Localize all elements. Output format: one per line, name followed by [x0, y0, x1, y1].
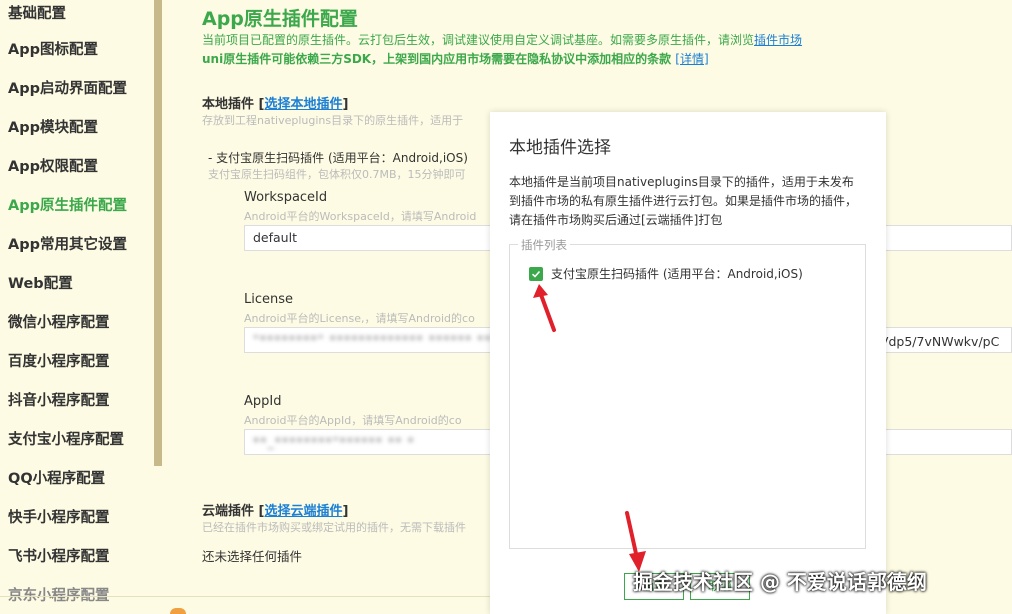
workspaceid-label: WorkspaceId	[244, 190, 328, 205]
sidebar-list: 基础配置 App图标配置 App启动界面配置 App模块配置 App权限配置 A…	[0, 0, 127, 614]
license-label: License	[244, 292, 294, 307]
local-plugin-description: 支付宝原生扫码组件，包体积仅0.7MB，15分钟即可	[208, 168, 466, 181]
page-description-text: 当前项目已配置的原生插件。云打包后生效，调试建议使用自定义调试基座。如需要多原生…	[202, 33, 755, 47]
sidebar-item-app-native-plugins[interactable]: App原生插件配置	[0, 195, 127, 234]
annotation-arrow-down-icon	[625, 511, 646, 572]
sidebar-item-app-splash[interactable]: App启动界面配置	[0, 78, 127, 117]
license-input-tail: gVdp5/7vNWwkv/pC	[872, 334, 1000, 349]
sidebar-item-baidu-mp[interactable]: 百度小程序配置	[0, 351, 127, 390]
sidebar-item-feishu-mp[interactable]: 飞书小程序配置	[0, 546, 127, 585]
local-plugins-title: 本地插件 [选择本地插件]	[202, 93, 348, 112]
privacy-warning-text: uni原生插件可能依赖三方SDK，上架到国内应用市场需要在隐私协议中添加相应的条…	[202, 52, 672, 66]
sidebar-item-basic[interactable]: 基础配置	[0, 0, 127, 39]
appid-value: **_********"****** ** *	[253, 434, 415, 449]
status-indicator	[170, 608, 186, 614]
cloud-plugins-subtitle: 已经在插件市场购买或绑定试用的插件，无需下载插件	[202, 521, 466, 534]
annotation-arrow-up-icon	[533, 284, 556, 332]
sidebar-item-web[interactable]: Web配置	[0, 273, 127, 312]
local-plugin-select-dialog: 本地插件选择 本地插件是当前项目nativeplugins目录下的插件，适用于未…	[490, 112, 886, 614]
select-cloud-plugin-link[interactable]: 选择云端插件	[264, 504, 342, 519]
privacy-warning: uni原生插件可能依赖三方SDK，上架到国内应用市场需要在隐私协议中添加相应的条…	[202, 50, 709, 67]
watermark: 掘金技术社区 @ 不爱说话郭德纲	[633, 570, 927, 594]
bottom-divider	[0, 596, 490, 597]
license-value: "********" ************* ****** *****	[253, 332, 514, 347]
select-local-plugin-link[interactable]: 选择本地插件	[264, 97, 342, 112]
dialog-title: 本地插件选择	[509, 138, 611, 158]
sidebar-scrollbar[interactable]	[154, 0, 162, 466]
sidebar-item-toutiao-mp[interactable]: 抖音小程序配置	[0, 390, 127, 429]
sidebar-item-app-icon[interactable]: App图标配置	[0, 39, 127, 78]
license-hint: Android平台的License,，请填写Android的co	[244, 312, 475, 325]
sidebar-item-kuaishou-mp[interactable]: 快手小程序配置	[0, 507, 127, 546]
details-link[interactable]: [详情]	[675, 52, 708, 66]
sidebar-item-jd-mp[interactable]: 京东小程序配置	[0, 585, 127, 614]
local-plugins-subtitle: 存放到工程nativeplugins目录下的原生插件，适用于	[202, 114, 464, 127]
sidebar-item-qq-mp[interactable]: QQ小程序配置	[0, 468, 127, 507]
appid-label: AppId	[244, 394, 282, 409]
page-description: 当前项目已配置的原生插件。云打包后生效，调试建议使用自定义调试基座。如需要多原生…	[202, 31, 802, 48]
no-plugin-selected-text: 还未选择任何插件	[202, 549, 303, 564]
dialog-description: 本地插件是当前项目nativeplugins目录下的插件，适用于未发布到插件市场…	[509, 175, 858, 227]
local-plugin-name: - 支付宝原生扫码插件 (适用平台：Android,iOS)	[208, 151, 468, 165]
sidebar-item-weixin-mp[interactable]: 微信小程序配置	[0, 312, 127, 351]
appid-hint: Android平台的AppId，请填写Android的co	[244, 414, 462, 427]
cloud-plugins-title-prefix: 云端插件 [	[202, 504, 265, 519]
local-plugins-title-suffix: ]	[342, 97, 349, 112]
plugin-list-item-label: 支付宝原生扫码插件 (适用平台：Android,iOS)	[551, 267, 803, 281]
cloud-plugins-title-suffix: ]	[342, 504, 349, 519]
sidebar-item-alipay-mp[interactable]: 支付宝小程序配置	[0, 429, 127, 468]
page-title: App原生插件配置	[202, 8, 358, 30]
sidebar-item-app-other-settings[interactable]: App常用其它设置	[0, 234, 127, 273]
sidebar-item-app-permissions[interactable]: App权限配置	[0, 156, 127, 195]
sidebar-item-app-modules[interactable]: App模块配置	[0, 117, 127, 156]
workspaceid-hint: Android平台的WorkspaceId，请填写Android	[244, 210, 477, 223]
cloud-plugins-title: 云端插件 [选择云端插件]	[202, 500, 348, 519]
plugin-list-legend: 插件列表	[518, 237, 570, 253]
plugin-list-item[interactable]: 支付宝原生扫码插件 (适用平台：Android,iOS)	[529, 265, 803, 282]
plugin-market-link[interactable]: 插件市场	[754, 33, 802, 47]
local-plugins-title-prefix: 本地插件 [	[202, 97, 265, 112]
checkbox-checked-icon[interactable]	[529, 266, 543, 281]
sidebar: 基础配置 App图标配置 App启动界面配置 App模块配置 App权限配置 A…	[0, 0, 162, 614]
